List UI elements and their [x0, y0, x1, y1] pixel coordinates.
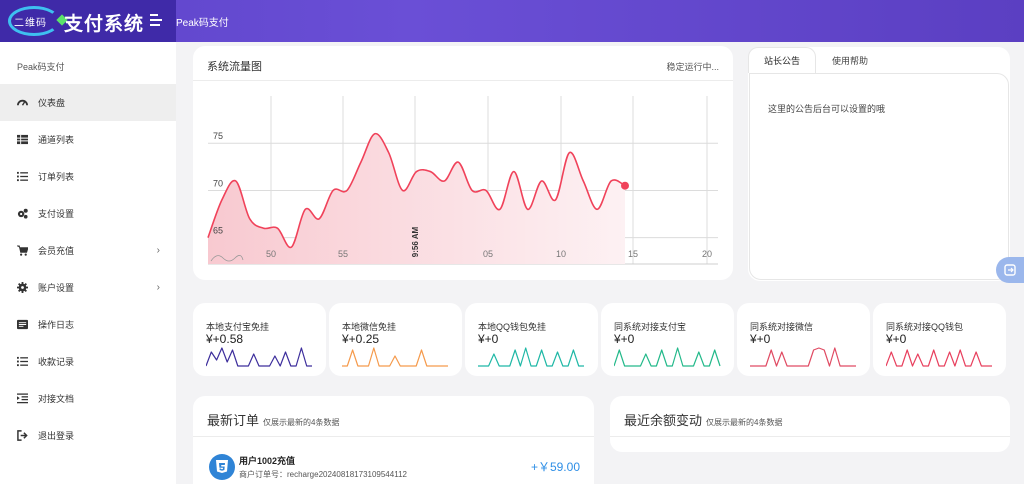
- x-tick-label: 55: [338, 249, 348, 259]
- sidebar-item-dashboard[interactable]: 仪表盘: [0, 84, 176, 121]
- x-tick-label: 10: [556, 249, 566, 259]
- order-number: 商户订单号：recharge20240818173109544112: [239, 470, 407, 479]
- stat-value: ¥+0.25: [342, 332, 380, 346]
- sidebar: Peak码支付 仪表盘 通道列表 订单列表 支付设置 会员充值 › 账户设置 ›…: [0, 42, 176, 484]
- logo-small-text: 二维码: [14, 18, 47, 29]
- stat-card: 同系统对接QQ钱包 ¥+0: [873, 303, 1006, 376]
- card-divider: [193, 436, 594, 437]
- y-tick-label: 70: [213, 178, 223, 188]
- gear-icon: [16, 281, 29, 294]
- sparkline: [478, 347, 584, 367]
- list-icon: [16, 355, 29, 368]
- card-divider: [610, 436, 1010, 437]
- order-name[interactable]: 用户1002充值: [239, 454, 295, 467]
- sidebar-item-channels[interactable]: 通道列表: [0, 121, 176, 158]
- section-title: 最新订单 仅展示最新的4条数据: [207, 410, 339, 429]
- tab-announcement[interactable]: 站长公告: [748, 47, 816, 73]
- log-icon: [16, 318, 29, 331]
- tab-help[interactable]: 使用帮助: [822, 47, 878, 73]
- sidebar-item-account[interactable]: 账户设置 ›: [0, 269, 176, 306]
- cart-icon: [16, 244, 29, 257]
- traffic-chart: 65 70 75 50 55 9:56 AM 05 10 15 20: [207, 96, 718, 265]
- balance-subtitle: 仅展示最新的4条数据: [706, 418, 783, 427]
- sparkline-path: [478, 347, 584, 367]
- sidebar-item-logs[interactable]: 操作日志: [0, 306, 176, 343]
- dashboard-icon: [16, 96, 29, 109]
- stat-card: 同系统对接支付宝 ¥+0: [601, 303, 734, 376]
- sidebar-brand: Peak码支付: [17, 62, 65, 72]
- sparkline: [614, 347, 721, 367]
- section-title: 最近余额变动 仅展示最新的4条数据: [624, 410, 782, 429]
- x-tick-label: 50: [266, 249, 276, 259]
- sparkline: [750, 347, 856, 367]
- stat-card: 本地支付宝免挂 ¥+0.58: [193, 303, 326, 376]
- float-action-button[interactable]: [996, 257, 1024, 283]
- sidebar-item-docs[interactable]: 对接文档: [0, 380, 176, 417]
- cogs-icon: [16, 207, 29, 220]
- sparkline-path: [750, 347, 856, 367]
- sidebar-item-label: 账户设置: [38, 283, 75, 293]
- sidebar-item-receipts[interactable]: 收款记录: [0, 343, 176, 380]
- table-icon: [16, 133, 29, 146]
- sidebar-item-pay-settings[interactable]: 支付设置: [0, 195, 176, 232]
- x-tick-label: 05: [483, 249, 493, 259]
- orders-title: 最新订单: [207, 413, 260, 428]
- notice-panel: 这里的公告后台可以设置的哦: [749, 73, 1009, 280]
- order-amount: +￥59.00: [530, 460, 580, 474]
- sparkline: [886, 349, 992, 367]
- list-icon: [16, 170, 29, 183]
- sparkline: [206, 347, 312, 367]
- sign-out-icon: [16, 429, 29, 442]
- balance-changes-card: 最近余额变动 仅展示最新的4条数据: [610, 396, 1010, 452]
- sidebar-item-label: 会员充值: [38, 246, 75, 256]
- stat-value: ¥+0: [614, 332, 635, 346]
- sidebar-item-logout[interactable]: 退出登录: [0, 417, 176, 454]
- sparkline-path: [886, 349, 992, 367]
- chevron-right-icon: ›: [156, 245, 160, 256]
- x-tick-label: 15: [628, 249, 638, 259]
- sparkline-path: [614, 347, 721, 367]
- sidebar-item-orders[interactable]: 订单列表: [0, 158, 176, 195]
- sidebar-item-label: 操作日志: [38, 320, 75, 330]
- stat-value: ¥+0: [886, 332, 907, 346]
- indent-icon: [16, 392, 29, 405]
- stat-value: ¥+0.58: [206, 332, 244, 346]
- sidebar-item-label: 支付设置: [38, 209, 75, 219]
- notice-card: 这里的公告后台可以设置的哦 站长公告 使用帮助: [748, 47, 1010, 281]
- sparkline-path: [342, 347, 448, 367]
- sidebar-item-label: 订单列表: [38, 172, 75, 182]
- exit-icon: [1004, 264, 1016, 276]
- x-tick-label: 9:56 AM: [411, 226, 420, 257]
- last-point-marker: [621, 181, 629, 190]
- stat-value: ¥+0: [478, 332, 499, 346]
- balance-title: 最近余额变动: [624, 413, 703, 428]
- y-tick-label: 75: [213, 131, 223, 141]
- x-tick-label: 20: [702, 249, 712, 259]
- sidebar-item-label: 退出登录: [38, 431, 75, 441]
- html5-icon: [209, 454, 235, 480]
- orders-subtitle: 仅展示最新的4条数据: [263, 418, 340, 427]
- sidebar-item-label: 通道列表: [38, 135, 75, 145]
- sparkline-path: [206, 347, 312, 367]
- sidebar-item-recharge[interactable]: 会员充值 ›: [0, 232, 176, 269]
- logo-text: 支付系统: [64, 13, 145, 35]
- chevron-right-icon: ›: [156, 282, 160, 293]
- menu-toggle-icon[interactable]: [150, 14, 162, 26]
- y-tick-label: 65: [213, 226, 223, 236]
- header-title: Peak码支付: [176, 18, 229, 29]
- sidebar-item-label: 收款记录: [38, 357, 75, 367]
- sidebar-item-label: 仪表盘: [38, 98, 66, 108]
- latest-orders-card: 最新订单 仅展示最新的4条数据 用户1002充值 商户订单号：recharge20…: [193, 396, 594, 484]
- traffic-chart-card: 系统流量图 稳定运行中... 65 70 75 50 55 9:56 AM 05 10 15 20: [193, 46, 733, 280]
- sparkline: [342, 347, 448, 367]
- notice-content: 这里的公告后台可以设置的哦: [768, 104, 886, 114]
- stat-card: 本地微信免挂 ¥+0.25: [329, 303, 462, 376]
- stat-card: 同系统对接微信 ¥+0: [737, 303, 870, 376]
- stat-value: ¥+0: [750, 332, 771, 346]
- stat-card: 本地QQ钱包免挂 ¥+0: [465, 303, 598, 376]
- top-bar: 二维码 支付系统 Peak码支付: [0, 0, 1024, 42]
- sidebar-item-label: 对接文档: [38, 394, 75, 404]
